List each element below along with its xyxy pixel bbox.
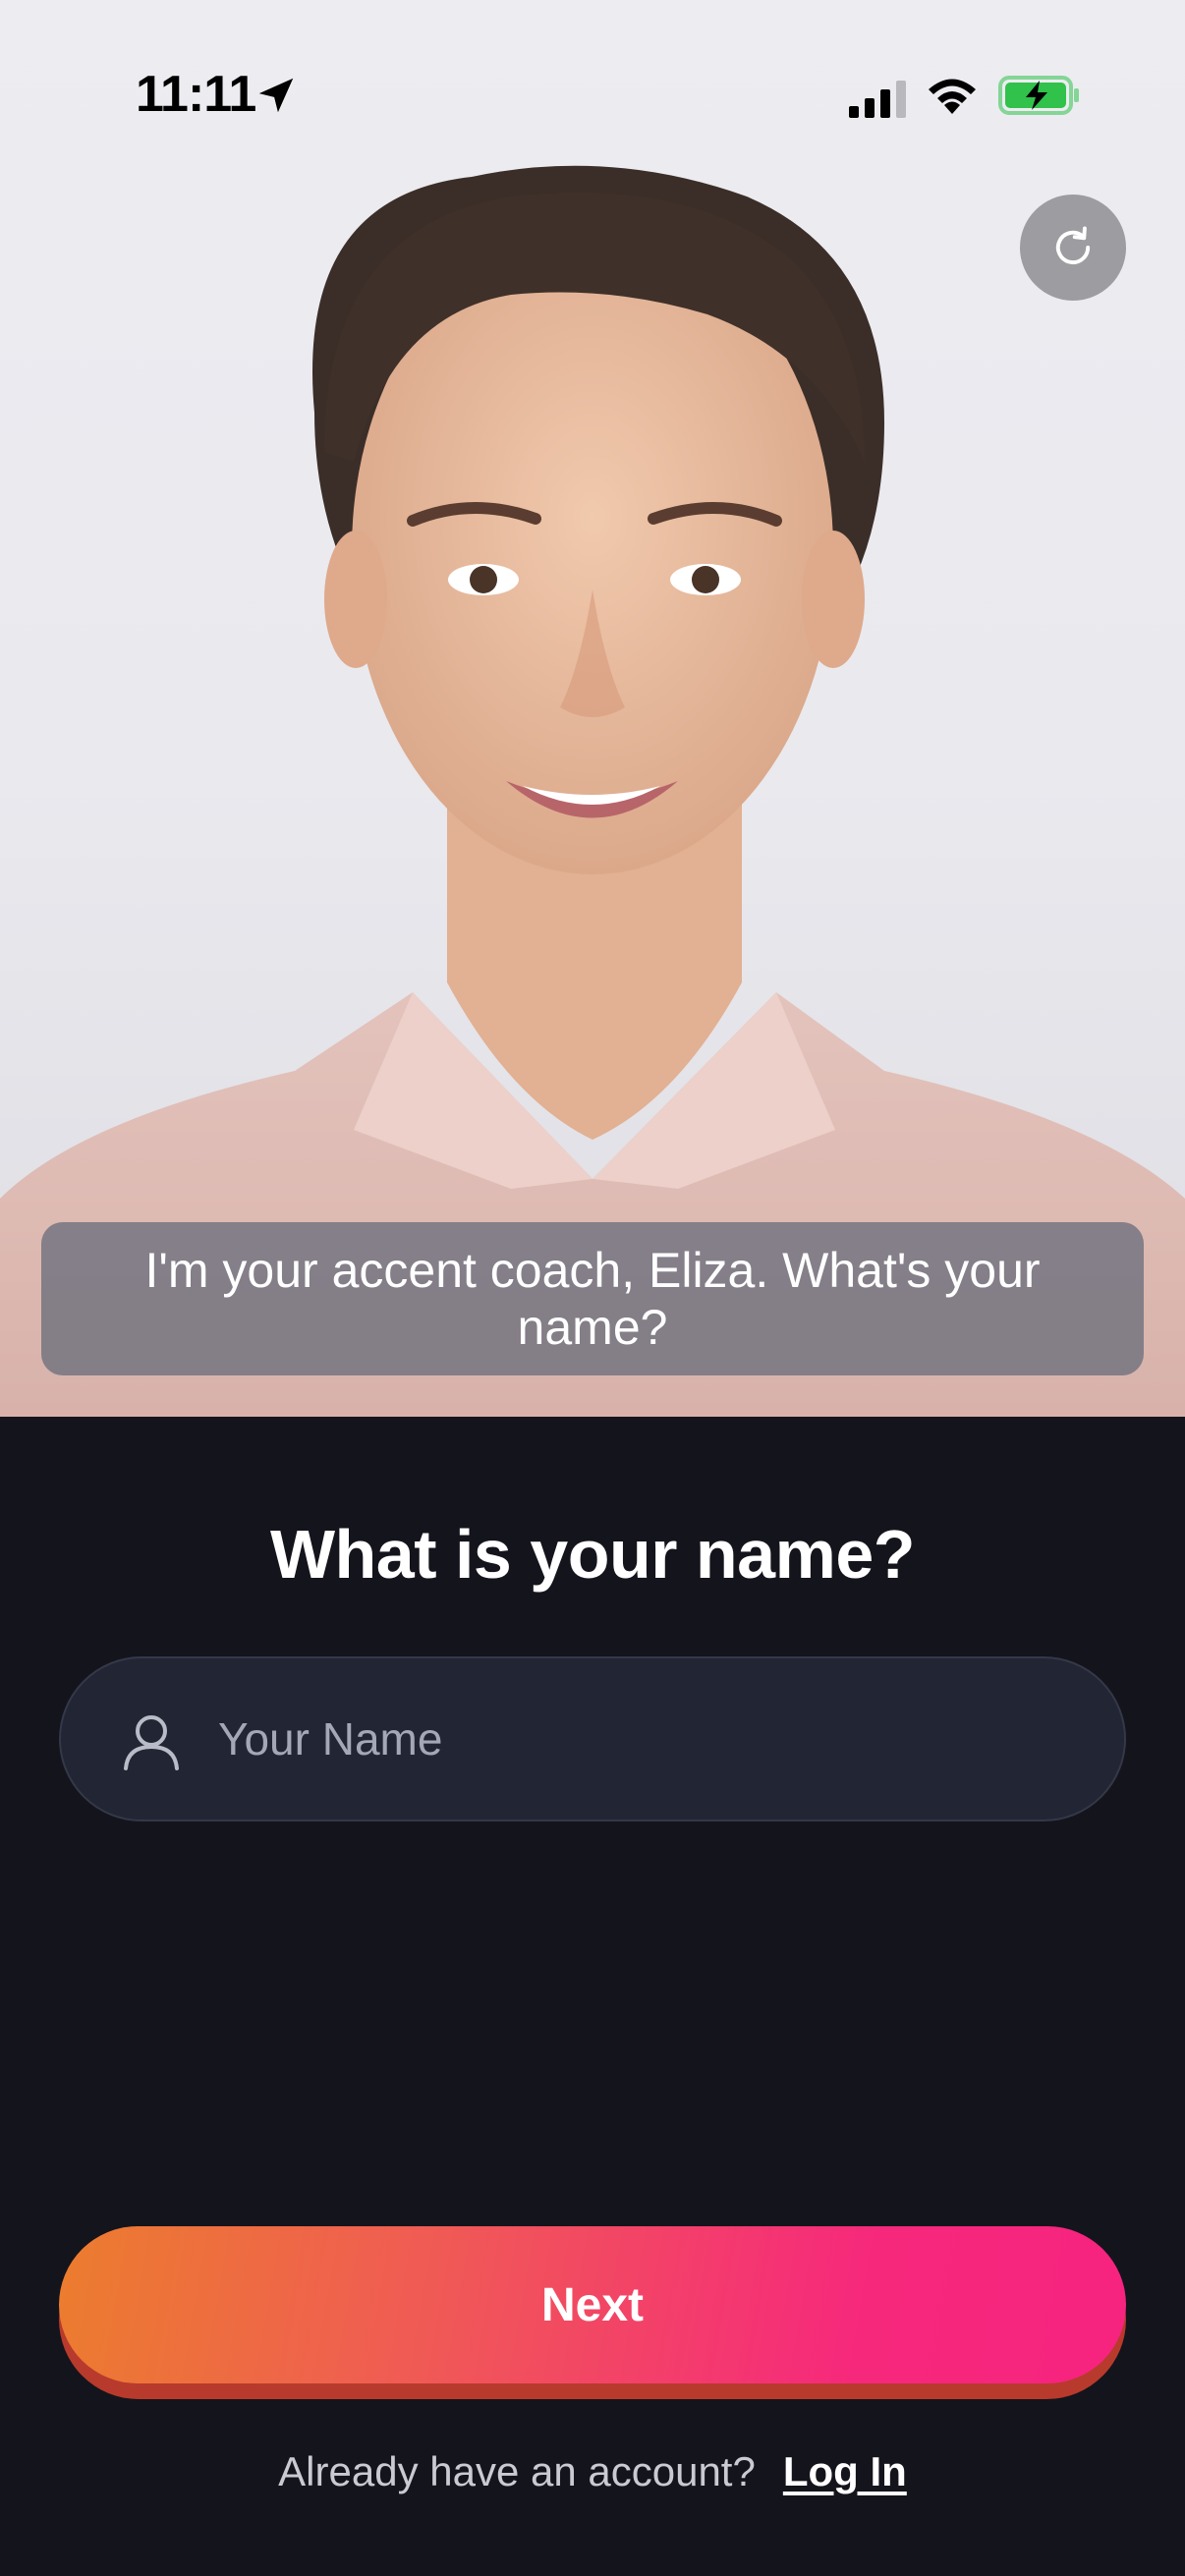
cellular-signal-icon bbox=[849, 81, 906, 118]
coach-caption: I'm your accent coach, Eliza. What's you… bbox=[41, 1222, 1144, 1375]
user-icon bbox=[124, 1715, 179, 1770]
refresh-icon bbox=[1055, 226, 1091, 264]
name-input[interactable] bbox=[218, 1698, 1083, 1780]
name-form-panel: What is your name? Next Already have an … bbox=[0, 1417, 1185, 2576]
status-bar: 11:11 bbox=[0, 0, 1185, 196]
next-button-wrap: Next bbox=[59, 2226, 1126, 2399]
location-arrow-icon bbox=[258, 78, 294, 113]
coach-portrait bbox=[0, 165, 1185, 1417]
login-link[interactable]: Log In bbox=[783, 2448, 907, 2494]
login-prompt: Already have an account? bbox=[278, 2448, 756, 2494]
next-button[interactable]: Next bbox=[59, 2226, 1126, 2383]
coach-caption-text: I'm your accent coach, Eliza. What's you… bbox=[144, 1243, 1041, 1355]
name-field[interactable] bbox=[59, 1656, 1126, 1821]
wifi-icon bbox=[929, 79, 976, 114]
login-footer: Already have an account? Log In bbox=[0, 2448, 1185, 2495]
refresh-button[interactable] bbox=[1020, 195, 1126, 301]
question-heading: What is your name? bbox=[269, 1516, 916, 1593]
battery-charging-icon bbox=[998, 76, 1079, 115]
status-time: 11:11 bbox=[136, 66, 256, 123]
video-area: 11:11 I'm your accent coach, Eliza. What… bbox=[0, 0, 1185, 1417]
